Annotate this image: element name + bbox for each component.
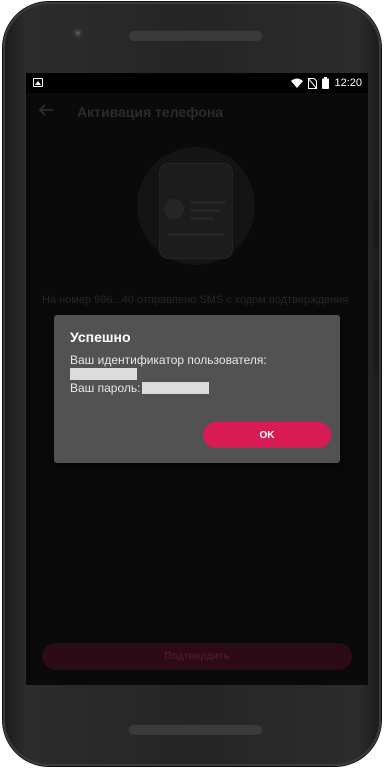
redacted-password — [142, 382, 210, 394]
battery-icon — [322, 77, 330, 89]
sms-info-text: На номер 996...40 отправлено SMS с кодом… — [42, 294, 349, 306]
ok-button[interactable]: OK — [203, 422, 331, 448]
illustration-line — [168, 233, 224, 236]
page-title: Активация телефона — [77, 104, 224, 120]
volume-button — [374, 278, 379, 374]
wifi-icon — [291, 78, 304, 88]
illustration-line — [190, 201, 226, 204]
user-id-label: Ваш идентификатор пользователя: — [70, 353, 267, 367]
app-bar: Активация телефона — [26, 93, 368, 133]
success-dialog: Успешно Ваш идентификатор пользователя: … — [54, 315, 340, 463]
power-button — [374, 198, 379, 250]
top-speaker — [128, 29, 263, 41]
no-sim-icon — [308, 77, 318, 89]
illustration-line — [190, 209, 220, 212]
status-time: 12:20 — [334, 77, 362, 89]
password-label: Ваш пароль: — [70, 381, 141, 395]
phone-call-icon — [164, 199, 184, 219]
illustration-line — [190, 217, 214, 220]
screen: 12:20 Активация телефона На номер 996...… — [26, 73, 368, 685]
image-icon — [33, 78, 43, 87]
bottom-speaker — [128, 723, 263, 735]
dialog-title: Успешно — [70, 329, 131, 345]
front-camera — [72, 27, 84, 39]
redacted-user-id — [70, 368, 137, 380]
phone-frame: 12:20 Активация телефона На номер 996...… — [3, 2, 381, 766]
status-icons: 12:20 — [291, 76, 362, 90]
arrow-back-icon[interactable] — [38, 102, 54, 118]
status-bar: 12:20 — [26, 73, 368, 93]
confirm-button[interactable]: Подтвердить — [42, 643, 352, 670]
password-row: Ваш пароль: — [70, 381, 210, 395]
